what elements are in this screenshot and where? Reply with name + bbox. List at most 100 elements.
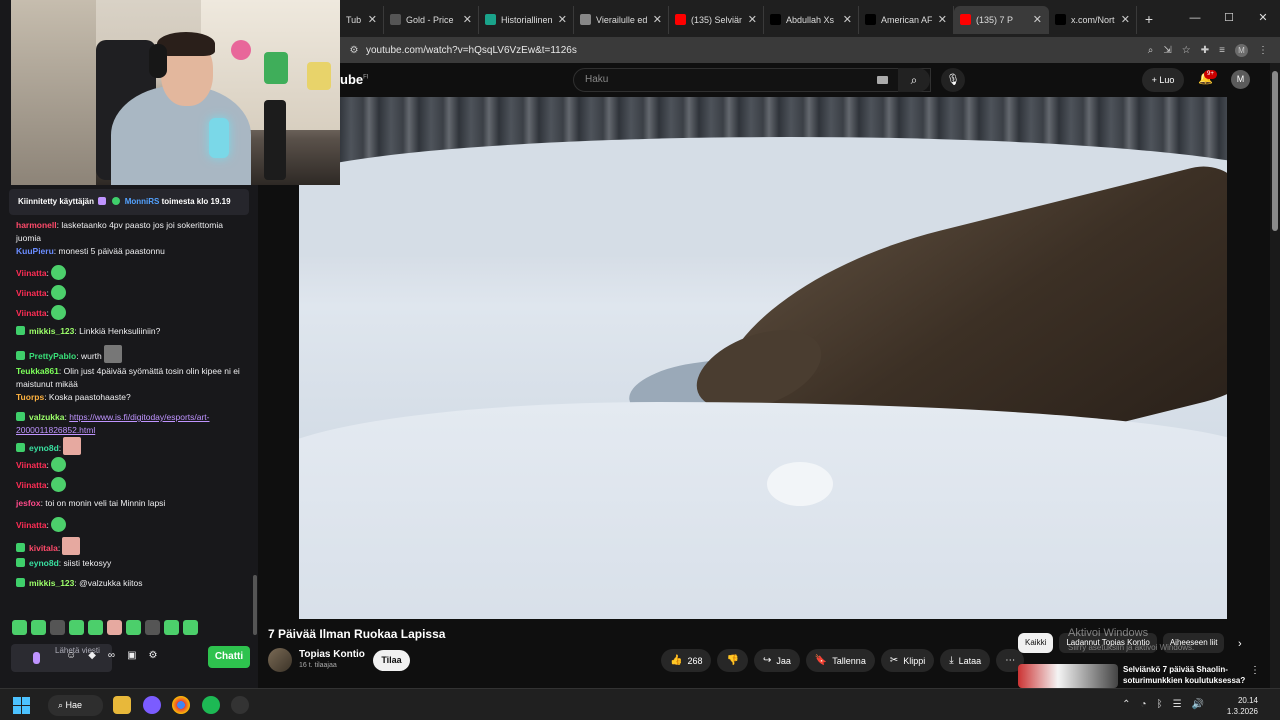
- browser-tab[interactable]: (135) Selviän ✕: [669, 5, 764, 34]
- close-window-icon[interactable]: ✕: [1246, 0, 1280, 37]
- chat-username[interactable]: PrettyPablo: [29, 351, 76, 361]
- new-tab-icon[interactable]: +: [1137, 11, 1161, 27]
- channel-name[interactable]: Topias Kontio: [299, 649, 365, 660]
- chat-username[interactable]: kivitala: [29, 543, 58, 553]
- maximize-icon[interactable]: ☐: [1212, 0, 1246, 37]
- extensions-icon[interactable]: ✚: [1201, 45, 1209, 56]
- taskbar-search[interactable]: ⌕ Hae: [48, 695, 103, 716]
- tab-close-icon[interactable]: ✕: [1033, 13, 1042, 26]
- emote-picker-icon[interactable]: ☺: [66, 650, 76, 661]
- url-field[interactable]: youtube.com/watch?v=hQsqLV6VzEw&t=1126s: [366, 45, 1148, 56]
- chat-username[interactable]: mikkis_123: [29, 578, 74, 588]
- chat-username[interactable]: Viinatta: [16, 480, 47, 490]
- like-button[interactable]: 👍 268: [661, 649, 712, 672]
- chevron-right-icon[interactable]: ›: [1238, 638, 1242, 650]
- browser-tab[interactable]: American AF ✕: [859, 5, 954, 34]
- zoom-icon[interactable]: ⌕: [1148, 45, 1154, 56]
- chevron-up-icon[interactable]: ⌃: [1122, 699, 1130, 710]
- chat-scrollbar[interactable]: [253, 575, 257, 635]
- chat-username[interactable]: jesfox: [16, 498, 41, 508]
- settings-icon[interactable]: ⚙: [149, 650, 158, 661]
- bookmark-star-icon[interactable]: ☆: [1182, 45, 1191, 56]
- discord-icon[interactable]: [143, 696, 161, 714]
- chat-username[interactable]: Viinatta: [16, 520, 47, 530]
- recommended-thumbnail[interactable]: [1018, 664, 1118, 688]
- emote-3[interactable]: [50, 620, 65, 635]
- browser-tab[interactable]: Vierailulle ed ✕: [574, 5, 669, 34]
- windows-start-icon[interactable]: [13, 697, 30, 714]
- chat-username[interactable]: valzukka: [29, 412, 64, 422]
- chat-username[interactable]: KuuPieru: [16, 246, 54, 256]
- tab-close-icon[interactable]: ✕: [748, 13, 757, 26]
- save-button[interactable]: 🔖 Tallenna: [805, 649, 875, 672]
- tab-close-icon[interactable]: ✕: [843, 13, 852, 26]
- tab-close-icon[interactable]: ✕: [1121, 13, 1130, 26]
- profile-avatar[interactable]: M: [1235, 43, 1248, 57]
- recommended-title[interactable]: Selviänkö 7 päivää Shaolin-soturimunkkie…: [1123, 664, 1248, 686]
- minimize-icon[interactable]: —: [1178, 0, 1212, 37]
- share-button[interactable]: ↪ Jaa: [753, 649, 800, 672]
- file-explorer-icon[interactable]: [113, 696, 131, 714]
- video-player[interactable]: [299, 97, 1227, 619]
- subscribe-button[interactable]: Tilaa: [373, 650, 410, 671]
- download-button[interactable]: ⤓ Lataa: [940, 649, 991, 672]
- bluetooth-icon[interactable]: ᛒ: [1157, 699, 1163, 710]
- chat-username[interactable]: Viinatta: [16, 288, 47, 298]
- dislike-button[interactable]: 👎: [717, 649, 748, 672]
- tab-close-icon[interactable]: ✕: [463, 13, 472, 26]
- browser-tab[interactable]: Tub ✕: [340, 5, 384, 34]
- emote-6[interactable]: [107, 620, 122, 635]
- bits-icon[interactable]: ◆: [88, 650, 96, 661]
- pinned-message[interactable]: Kiinnitetty käyttäjän MonniRS toimesta k…: [9, 189, 249, 215]
- menu-icon[interactable]: ⋮: [1258, 45, 1268, 56]
- chat-username[interactable]: eyno8d: [29, 443, 59, 453]
- emote-1[interactable]: [12, 620, 27, 635]
- page-scrollbar[interactable]: [1270, 63, 1280, 688]
- keyboard-icon[interactable]: [877, 76, 888, 84]
- search-button[interactable]: ⌕: [898, 68, 930, 92]
- browser-tab[interactable]: x.com/North ✕: [1049, 5, 1137, 34]
- tab-close-icon[interactable]: ✕: [938, 13, 947, 26]
- emote-2[interactable]: [31, 620, 46, 635]
- emote-8[interactable]: [145, 620, 160, 635]
- chat-username[interactable]: mikkis_123: [29, 326, 74, 336]
- chat-username[interactable]: Viinatta: [16, 308, 47, 318]
- account-avatar[interactable]: M: [1231, 70, 1250, 89]
- browser-tab[interactable]: Gold - Price ✕: [384, 5, 479, 34]
- channel-points-icon[interactable]: [33, 652, 40, 664]
- browser-tab[interactable]: Abdullah Xs ✕: [764, 5, 859, 34]
- spotify-icon[interactable]: [202, 696, 220, 714]
- chat-username[interactable]: Viinatta: [16, 460, 47, 470]
- browser-tab[interactable]: (135) 7 P ✕: [954, 5, 1049, 34]
- wifi-icon[interactable]: ☰: [1173, 699, 1182, 710]
- emote-10[interactable]: [183, 620, 198, 635]
- gift-icon[interactable]: ▣: [127, 650, 136, 661]
- emote-5[interactable]: [88, 620, 103, 635]
- tab-close-icon[interactable]: ✕: [368, 13, 377, 26]
- pinned-user[interactable]: MonniRS: [125, 197, 160, 206]
- volume-icon[interactable]: 🔊: [1192, 699, 1204, 710]
- network-icon[interactable]: ◔: [1141, 699, 1147, 710]
- chat-username[interactable]: eyno8d: [29, 558, 59, 568]
- browser-tab[interactable]: Historiallinen ✕: [479, 5, 574, 34]
- scrollbar-thumb[interactable]: [1272, 71, 1278, 231]
- obs-icon[interactable]: [231, 696, 249, 714]
- chat-username[interactable]: Teukka861: [16, 366, 59, 376]
- recommended-more-icon[interactable]: ⋮: [1250, 665, 1260, 676]
- emote-4[interactable]: [69, 620, 84, 635]
- clip-button[interactable]: ✂ Klippi: [880, 649, 935, 672]
- install-icon[interactable]: ⇲: [1163, 45, 1171, 56]
- channel-avatar[interactable]: [268, 648, 292, 672]
- chrome-icon[interactable]: [172, 696, 190, 714]
- emote-9[interactable]: [164, 620, 179, 635]
- chip[interactable]: Kaikki: [1018, 633, 1054, 653]
- chat-username[interactable]: Viinatta: [16, 268, 47, 278]
- infinity-icon[interactable]: ∞: [108, 650, 115, 661]
- tab-close-icon[interactable]: ✕: [558, 13, 567, 26]
- chat-username[interactable]: harmonell: [16, 220, 57, 230]
- create-button[interactable]: + Luo: [1142, 68, 1184, 92]
- tab-close-icon[interactable]: ✕: [653, 13, 662, 26]
- media-control-icon[interactable]: ≡: [1219, 45, 1225, 56]
- site-info-icon[interactable]: ⚙: [344, 45, 364, 56]
- voice-search-button[interactable]: 🎙: [941, 68, 965, 92]
